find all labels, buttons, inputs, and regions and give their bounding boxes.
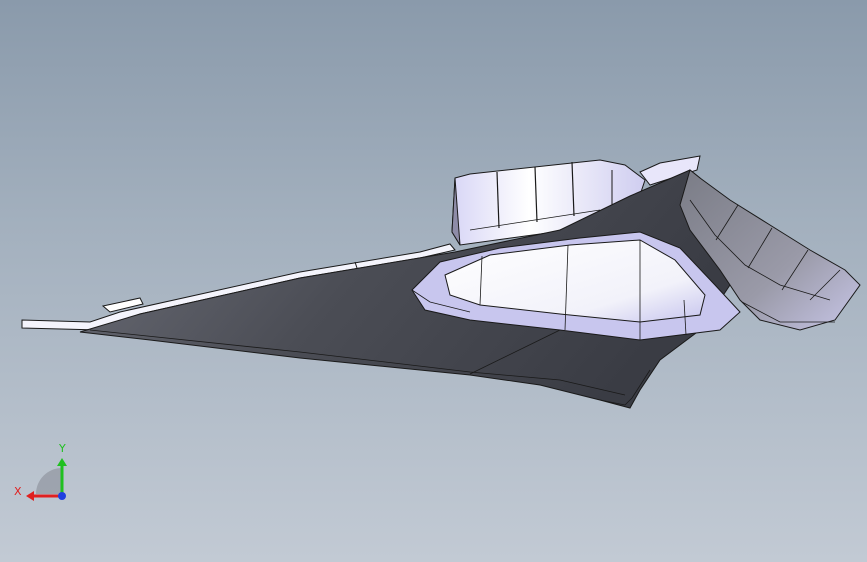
coordinate-triad: Y X	[14, 442, 67, 501]
graphics-viewport[interactable]: Y X	[0, 0, 867, 562]
z-axis-dot	[58, 492, 66, 500]
cad-model[interactable]	[0, 0, 867, 562]
y-axis-label: Y	[58, 442, 66, 455]
x-axis-label: X	[14, 485, 22, 498]
